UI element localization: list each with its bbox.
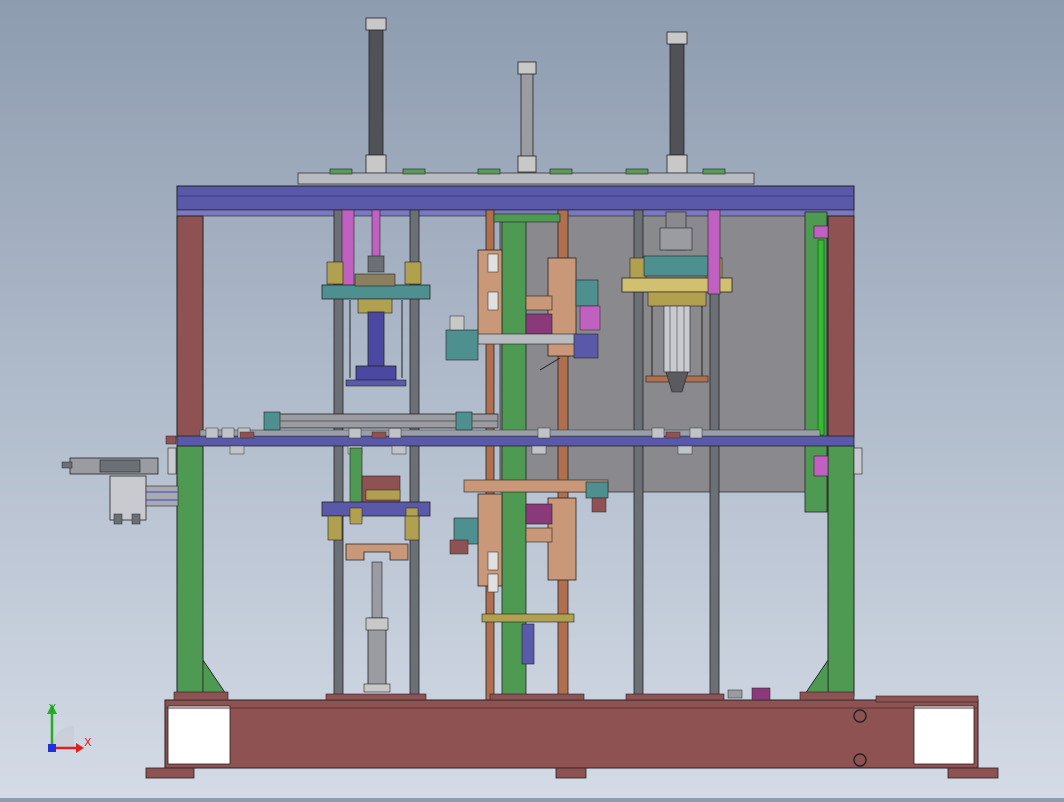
right-post-lower [827, 445, 855, 697]
horizontal-slide-cylinder [263, 411, 499, 431]
center-lower-module [449, 479, 609, 665]
right-post-upper [827, 215, 855, 439]
triad-y-label: Y [48, 702, 56, 715]
cad-viewport[interactable]: Y X [0, 0, 1064, 798]
top-cylinder-middle [517, 61, 537, 173]
left-post-upper [176, 215, 204, 439]
base-feet [145, 767, 999, 779]
left-slide-module [61, 435, 179, 525]
top-cross-plate [297, 172, 755, 185]
right-gusset [804, 658, 829, 695]
base-frame [164, 687, 979, 769]
left-post-lower [176, 445, 204, 697]
middle-beam [176, 435, 855, 447]
axis-triad: Y X [47, 702, 92, 753]
top-beam [176, 185, 855, 211]
triad-x-label: X [84, 736, 92, 749]
top-cylinder-right [666, 31, 688, 174]
machine-assembly-drawing: Y X [47, 17, 999, 779]
left-gusset [202, 658, 227, 695]
top-cylinder-left [365, 17, 387, 174]
